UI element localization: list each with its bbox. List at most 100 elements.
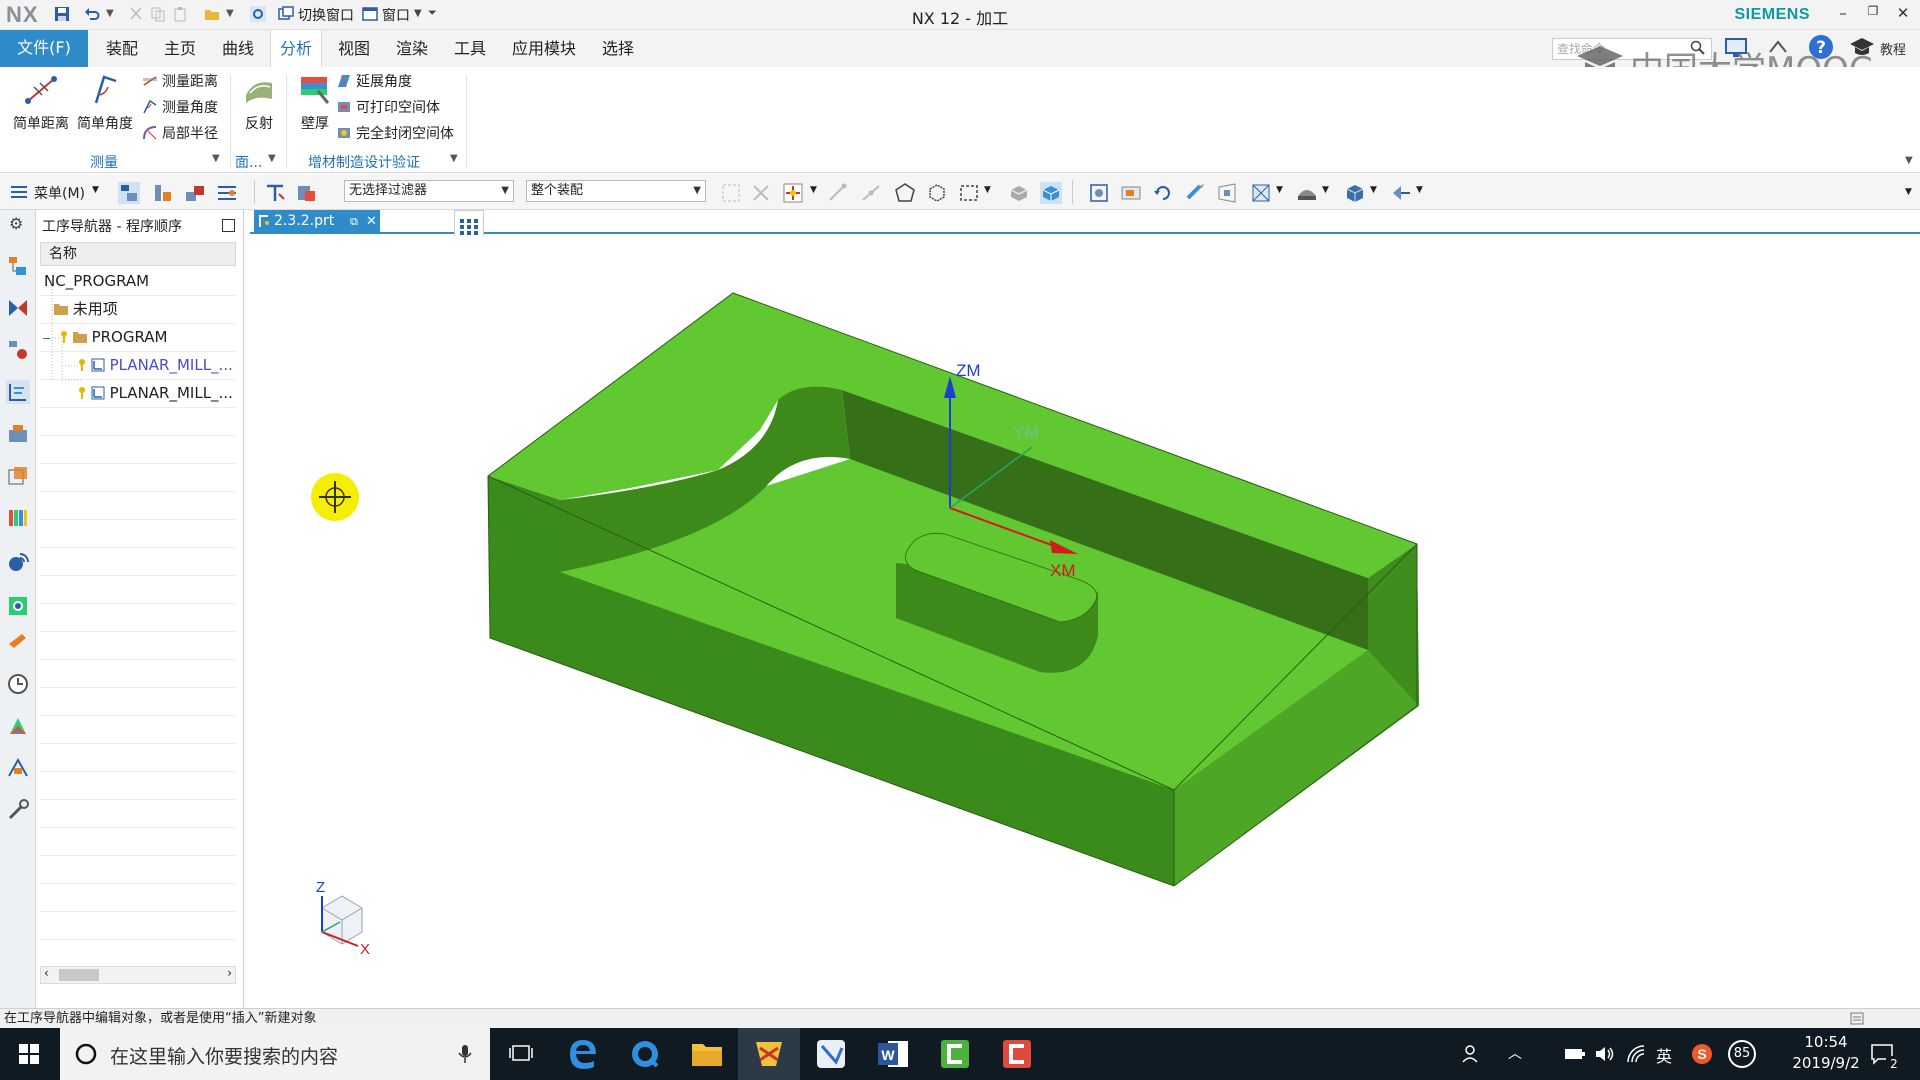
security-badge[interactable]: 85: [1728, 1040, 1756, 1068]
feishu-app-icon[interactable]: [800, 1028, 862, 1080]
render-style-icon[interactable]: [1296, 182, 1318, 204]
local-radius-button[interactable]: 局部半径: [142, 123, 218, 145]
scroll-left-icon[interactable]: ‹: [44, 966, 49, 980]
type-filter-dropdown[interactable]: 无选择过滤器 ▼: [344, 180, 514, 202]
history-clock-icon[interactable]: [6, 672, 30, 696]
view-dropdown-icon[interactable]: ▼: [1370, 185, 1377, 195]
document-tab[interactable]: 2.3.2.prt ⧉ ✕: [254, 210, 380, 234]
display-object-icon[interactable]: [296, 182, 318, 204]
assembly-navigator-icon[interactable]: [6, 254, 30, 278]
enclosed-volume-button[interactable]: 完全封闭空间体: [336, 123, 454, 145]
section-dropdown-icon[interactable]: ▼: [1416, 185, 1423, 195]
scrollbar-thumb[interactable]: [59, 969, 99, 981]
orient-dropdown-icon[interactable]: ▼: [1276, 185, 1283, 195]
machine-navigator-icon[interactable]: [6, 422, 30, 446]
toolbar-options-icon[interactable]: ▼: [1905, 187, 1912, 197]
simple-angle-button[interactable]: 简单角度: [72, 73, 138, 133]
tutorial-link[interactable]: 教程: [1880, 39, 1906, 58]
select-all-icon[interactable]: [720, 182, 742, 204]
menu-button[interactable]: 菜单(M): [34, 183, 85, 203]
method-view-icon[interactable]: [216, 182, 238, 204]
section-view-icon[interactable]: [1390, 182, 1412, 204]
taskbar-search-box[interactable]: 在这里输入你要搜索的内容: [60, 1028, 490, 1080]
volume-icon[interactable]: [1594, 1044, 1616, 1064]
group-measure-dropdown-icon[interactable]: ▼: [212, 153, 220, 164]
tab-home[interactable]: 主页: [154, 30, 206, 67]
feature-navigator-icon[interactable]: [6, 464, 30, 488]
camtasia-green-icon[interactable]: [924, 1028, 986, 1080]
taskbar-clock[interactable]: 10:54 2019/9/2: [1786, 1032, 1866, 1074]
endpoint-icon[interactable]: [826, 182, 848, 204]
polygon-snap-icon[interactable]: [894, 182, 916, 204]
minimize-button[interactable]: –: [1832, 4, 1854, 24]
input-method-indicator[interactable]: 英: [1656, 1043, 1672, 1067]
operation-navigator-icon[interactable]: [118, 182, 140, 204]
group-additive-dropdown-icon[interactable]: ▼: [450, 153, 458, 164]
shaded-view-icon[interactable]: [1008, 182, 1030, 204]
sogou-ime-icon[interactable]: S: [1690, 1042, 1714, 1066]
camtasia-red-icon[interactable]: [986, 1028, 1048, 1080]
nx-app-icon[interactable]: [738, 1028, 800, 1080]
tab-curve[interactable]: 曲线: [212, 30, 264, 67]
qq-browser-icon[interactable]: [614, 1028, 676, 1080]
geometry-view-icon[interactable]: [184, 182, 206, 204]
tab-view[interactable]: 视图: [328, 30, 380, 67]
midpoint-icon[interactable]: [860, 182, 882, 204]
tab-assembly[interactable]: 装配: [96, 30, 148, 67]
graphics-viewport[interactable]: ZM YM XM Z X: [250, 236, 1920, 1008]
settings-gear-icon[interactable]: ⚙: [9, 214, 23, 233]
part-navigator-icon[interactable]: [6, 338, 30, 362]
web-browser-icon[interactable]: [6, 594, 30, 618]
operation-navigator-resource-icon[interactable]: [6, 380, 30, 404]
battery-icon[interactable]: [1564, 1046, 1586, 1062]
status-window-icon[interactable]: [1850, 1012, 1864, 1025]
fit-view-icon[interactable]: [1088, 182, 1110, 204]
perspective-icon[interactable]: [1216, 182, 1238, 204]
solid-view-icon[interactable]: [1040, 182, 1062, 204]
restore-button[interactable]: ❐: [1862, 4, 1884, 24]
snap-dropdown-icon[interactable]: ▼: [810, 185, 817, 195]
word-icon[interactable]: W: [862, 1028, 924, 1080]
menu-dropdown-icon[interactable]: ▼: [92, 185, 99, 195]
palette-icon[interactable]: [6, 628, 30, 652]
tab-application[interactable]: 应用模块: [502, 30, 586, 67]
pan-icon[interactable]: [1184, 182, 1206, 204]
navigator-horizontal-scrollbar[interactable]: ‹ ›: [40, 966, 236, 984]
rotate-icon[interactable]: [1152, 182, 1174, 204]
process-studio-icon[interactable]: [6, 756, 30, 780]
tab-render[interactable]: 渲染: [386, 30, 438, 67]
tab-float-icon[interactable]: ⧉: [350, 210, 358, 233]
render-dropdown-icon[interactable]: ▼: [1322, 185, 1329, 195]
scroll-right-icon[interactable]: ›: [227, 966, 232, 980]
draft-angle-button[interactable]: 延展角度: [336, 71, 412, 93]
edit-object-icon[interactable]: [264, 182, 286, 204]
ribbon-options-icon[interactable]: ▼: [1905, 155, 1913, 166]
reuse-library-icon[interactable]: [6, 506, 30, 530]
menu-icon[interactable]: [10, 184, 28, 200]
snap-point-icon[interactable]: [782, 182, 804, 204]
measure-distance-button[interactable]: 测量距离: [142, 71, 218, 93]
navigator-pin-button[interactable]: [222, 219, 235, 232]
cube-view-icon[interactable]: [1344, 182, 1366, 204]
wifi-icon[interactable]: [1626, 1044, 1646, 1064]
simple-distance-button[interactable]: 简单距离: [8, 73, 74, 133]
measure-angle-button[interactable]: 测量角度: [142, 97, 218, 119]
tab-analysis[interactable]: 分析: [270, 30, 322, 67]
orient-view-icon[interactable]: [1250, 182, 1272, 204]
edge-browser-icon[interactable]: [552, 1028, 614, 1080]
part-model[interactable]: ZM YM XM Z X: [250, 236, 1920, 1008]
task-view-icon[interactable]: [490, 1028, 552, 1080]
system-materials-icon[interactable]: [6, 714, 30, 738]
rectangle-select-icon[interactable]: [958, 182, 980, 204]
selection-scope-dropdown[interactable]: 整个装配 ▼: [526, 180, 706, 202]
deselect-icon[interactable]: [750, 182, 772, 204]
select-dropdown-icon[interactable]: ▼: [984, 185, 991, 195]
group-face-dropdown-icon[interactable]: ▼: [268, 153, 276, 164]
file-menu[interactable]: 文件(F): [0, 30, 88, 67]
constraint-navigator-icon[interactable]: [6, 296, 30, 320]
cube-snap-icon[interactable]: [926, 182, 948, 204]
people-icon[interactable]: [1462, 1044, 1482, 1064]
close-button[interactable]: ✕: [1892, 4, 1914, 24]
machine-tool-view-icon[interactable]: [152, 182, 174, 204]
show-hidden-icons-icon[interactable]: ︿: [1508, 1043, 1522, 1063]
